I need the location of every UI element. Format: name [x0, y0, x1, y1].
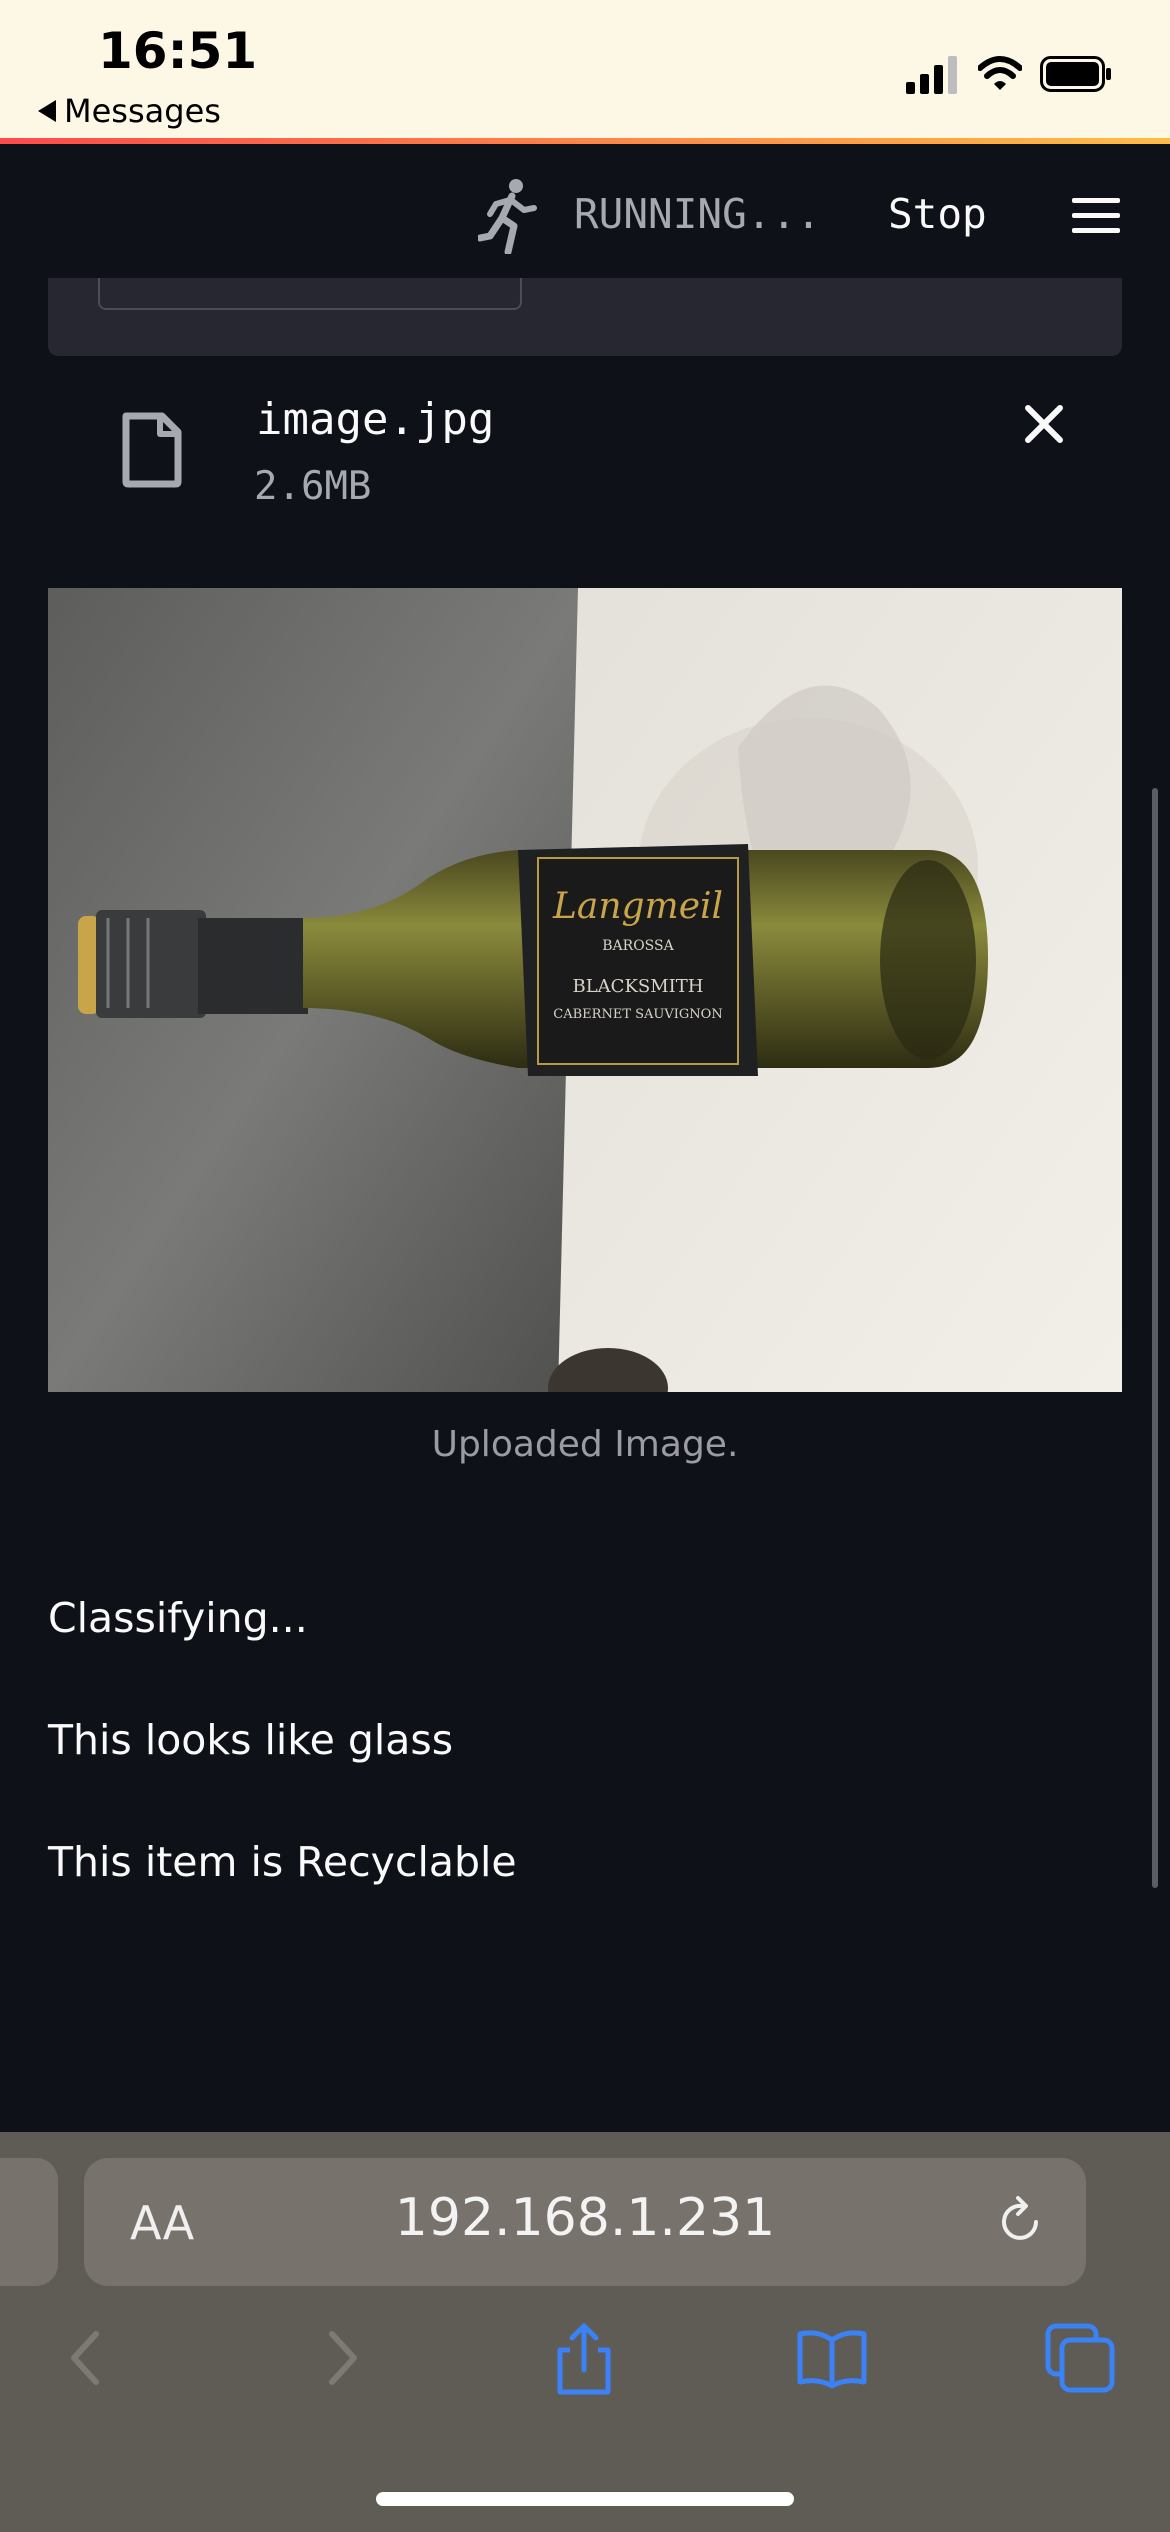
back-arrow-icon [38, 100, 56, 122]
tabs-icon[interactable] [1042, 2320, 1118, 2396]
battery-icon [1040, 56, 1111, 92]
home-indicator[interactable] [376, 2492, 794, 2506]
back-app-label: Messages [64, 92, 221, 130]
menu-line [1072, 198, 1120, 203]
menu-line [1072, 213, 1120, 218]
label-wine-name: BLACKSMITH [573, 976, 704, 997]
classifying-text: Classifying... [48, 1594, 308, 1642]
recyclable-result-text: This item is Recyclable [48, 1838, 517, 1886]
page-scrollbar[interactable] [1152, 788, 1158, 1888]
wifi-icon [978, 56, 1022, 90]
share-icon[interactable] [546, 2320, 622, 2396]
menu-line [1072, 228, 1120, 233]
label-brand: Langmeil [552, 886, 723, 927]
uploaded-image: Langmeil BAROSSA BLACKSMITH CABERNET SAU… [48, 588, 1122, 1392]
bookmarks-icon[interactable] [794, 2320, 870, 2396]
reload-icon[interactable] [992, 2194, 1048, 2250]
back-to-app-link[interactable]: Messages [38, 92, 221, 130]
running-man-icon [478, 179, 537, 254]
status-time: 16:51 [98, 22, 258, 80]
back-icon[interactable] [50, 2320, 126, 2396]
main-menu-icon[interactable] [1072, 198, 1120, 234]
label-region: BAROSSA [602, 938, 674, 954]
file-icon [122, 412, 182, 488]
image-caption: Uploaded Image. [431, 1424, 739, 1465]
url-text: 192.168.1.231 [394, 2188, 776, 2248]
previous-tab-preview[interactable] [0, 2158, 58, 2286]
label-varietal: CABERNET SAUVIGNON [553, 1007, 722, 1022]
forward-icon[interactable] [302, 2320, 378, 2396]
uploaded-file-size: 2.6MB [254, 464, 372, 509]
browse-files-button[interactable] [98, 278, 522, 310]
remove-file-icon[interactable] [1020, 400, 1068, 448]
cellular-signal-icon [906, 56, 957, 94]
uploaded-file-name: image.jpg [256, 394, 495, 445]
material-result-text: This looks like glass [48, 1716, 454, 1764]
stop-button[interactable]: Stop [888, 190, 987, 238]
running-status: RUNNING... [574, 190, 821, 238]
